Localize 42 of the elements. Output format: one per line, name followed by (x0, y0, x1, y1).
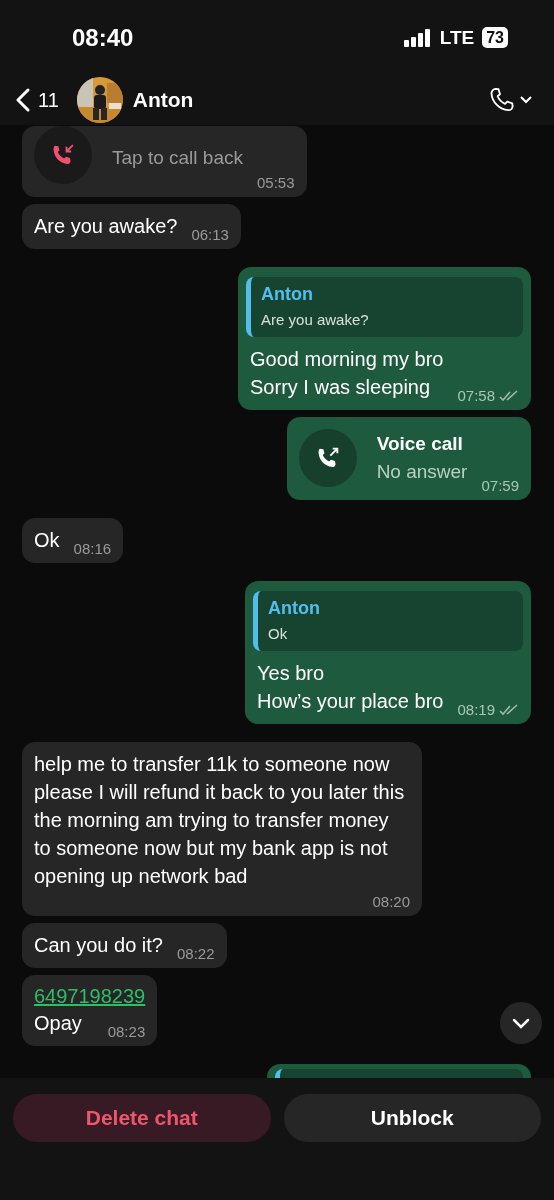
quote-text: Ok (268, 625, 289, 642)
call-title: Voice call (376, 433, 464, 455)
incoming-message-bubble[interactable]: 6497198239 Opay 08:23 (22, 975, 158, 1046)
back-button[interactable]: 11 (16, 88, 59, 112)
battery-level: 73 (482, 27, 508, 48)
quote-author: Anton (261, 284, 314, 305)
message-text: help me to transfer 11k to someone now please I will refund it back to you later this the morning am trying to transfer money to someone now but my bank app is not opening up network bad (34, 752, 406, 889)
message-text: Are you awake? (34, 214, 178, 239)
clock-time: 08:40 (72, 23, 135, 52)
message-text: Yes bro How’s your place bro (257, 661, 444, 714)
message-time: 07:58 (457, 387, 495, 404)
incoming-message-bubble[interactable]: Can you do it? 08:22 (22, 923, 227, 968)
outgoing-message-bubble[interactable]: Anton Are you awake? Good morning my bro Sorry I was sleeping 07:58 (238, 267, 531, 410)
quoted-message[interactable]: Anton Ok (253, 591, 523, 651)
message-text: Can you do it? (34, 933, 163, 958)
incoming-message-bubble[interactable]: Tap to call back 05:53 (22, 126, 307, 197)
message-text: Good morning my bro Sorry I was sleeping (250, 347, 444, 400)
network-type: LTE (439, 26, 475, 49)
message-time: 08:19 (457, 701, 495, 718)
message-time: 08:22 (177, 945, 215, 962)
outgoing-message-bubble[interactable]: Voice call No answer 07:59 (286, 417, 531, 500)
message-time: 08:16 (73, 540, 112, 557)
message-time: 08:23 (107, 1023, 146, 1040)
message-time: 05:53 (256, 174, 295, 191)
quote-text: Are you awake? (261, 311, 370, 328)
quoted-message[interactable]: Anton Are you awake? (246, 277, 523, 337)
message-text: Opay (34, 1011, 82, 1036)
message-time: 06:13 (191, 226, 229, 243)
quote-author: Anton (268, 598, 322, 619)
contact-name[interactable]: Anton (132, 88, 478, 112)
outgoing-message-bubble[interactable]: Anton Ok Yes bro How’s your place bro 08:19 (245, 581, 531, 724)
phone-number-link[interactable]: 6497198239 (34, 983, 146, 1009)
message-text: Ok (34, 528, 60, 553)
message-time: 07:59 (481, 477, 519, 494)
call-status: Tap to call back (112, 147, 243, 169)
call-status: No answer (376, 461, 468, 483)
incoming-message-bubble[interactable]: help me to transfer 11k to someone now please I will refund it back to you later this the morning am trying to transfer money to someone now but my bank app is not opening up network bad 08:20 (22, 742, 422, 916)
incoming-message-bubble[interactable]: Are you awake? 06:13 (22, 204, 241, 249)
incoming-message-bubble[interactable]: Ok 08:16 (22, 518, 124, 563)
message-time: 08:20 (372, 893, 410, 910)
delete-chat-button[interactable]: Delete chat (13, 1094, 271, 1142)
unblock-button[interactable]: Unblock (283, 1094, 541, 1142)
